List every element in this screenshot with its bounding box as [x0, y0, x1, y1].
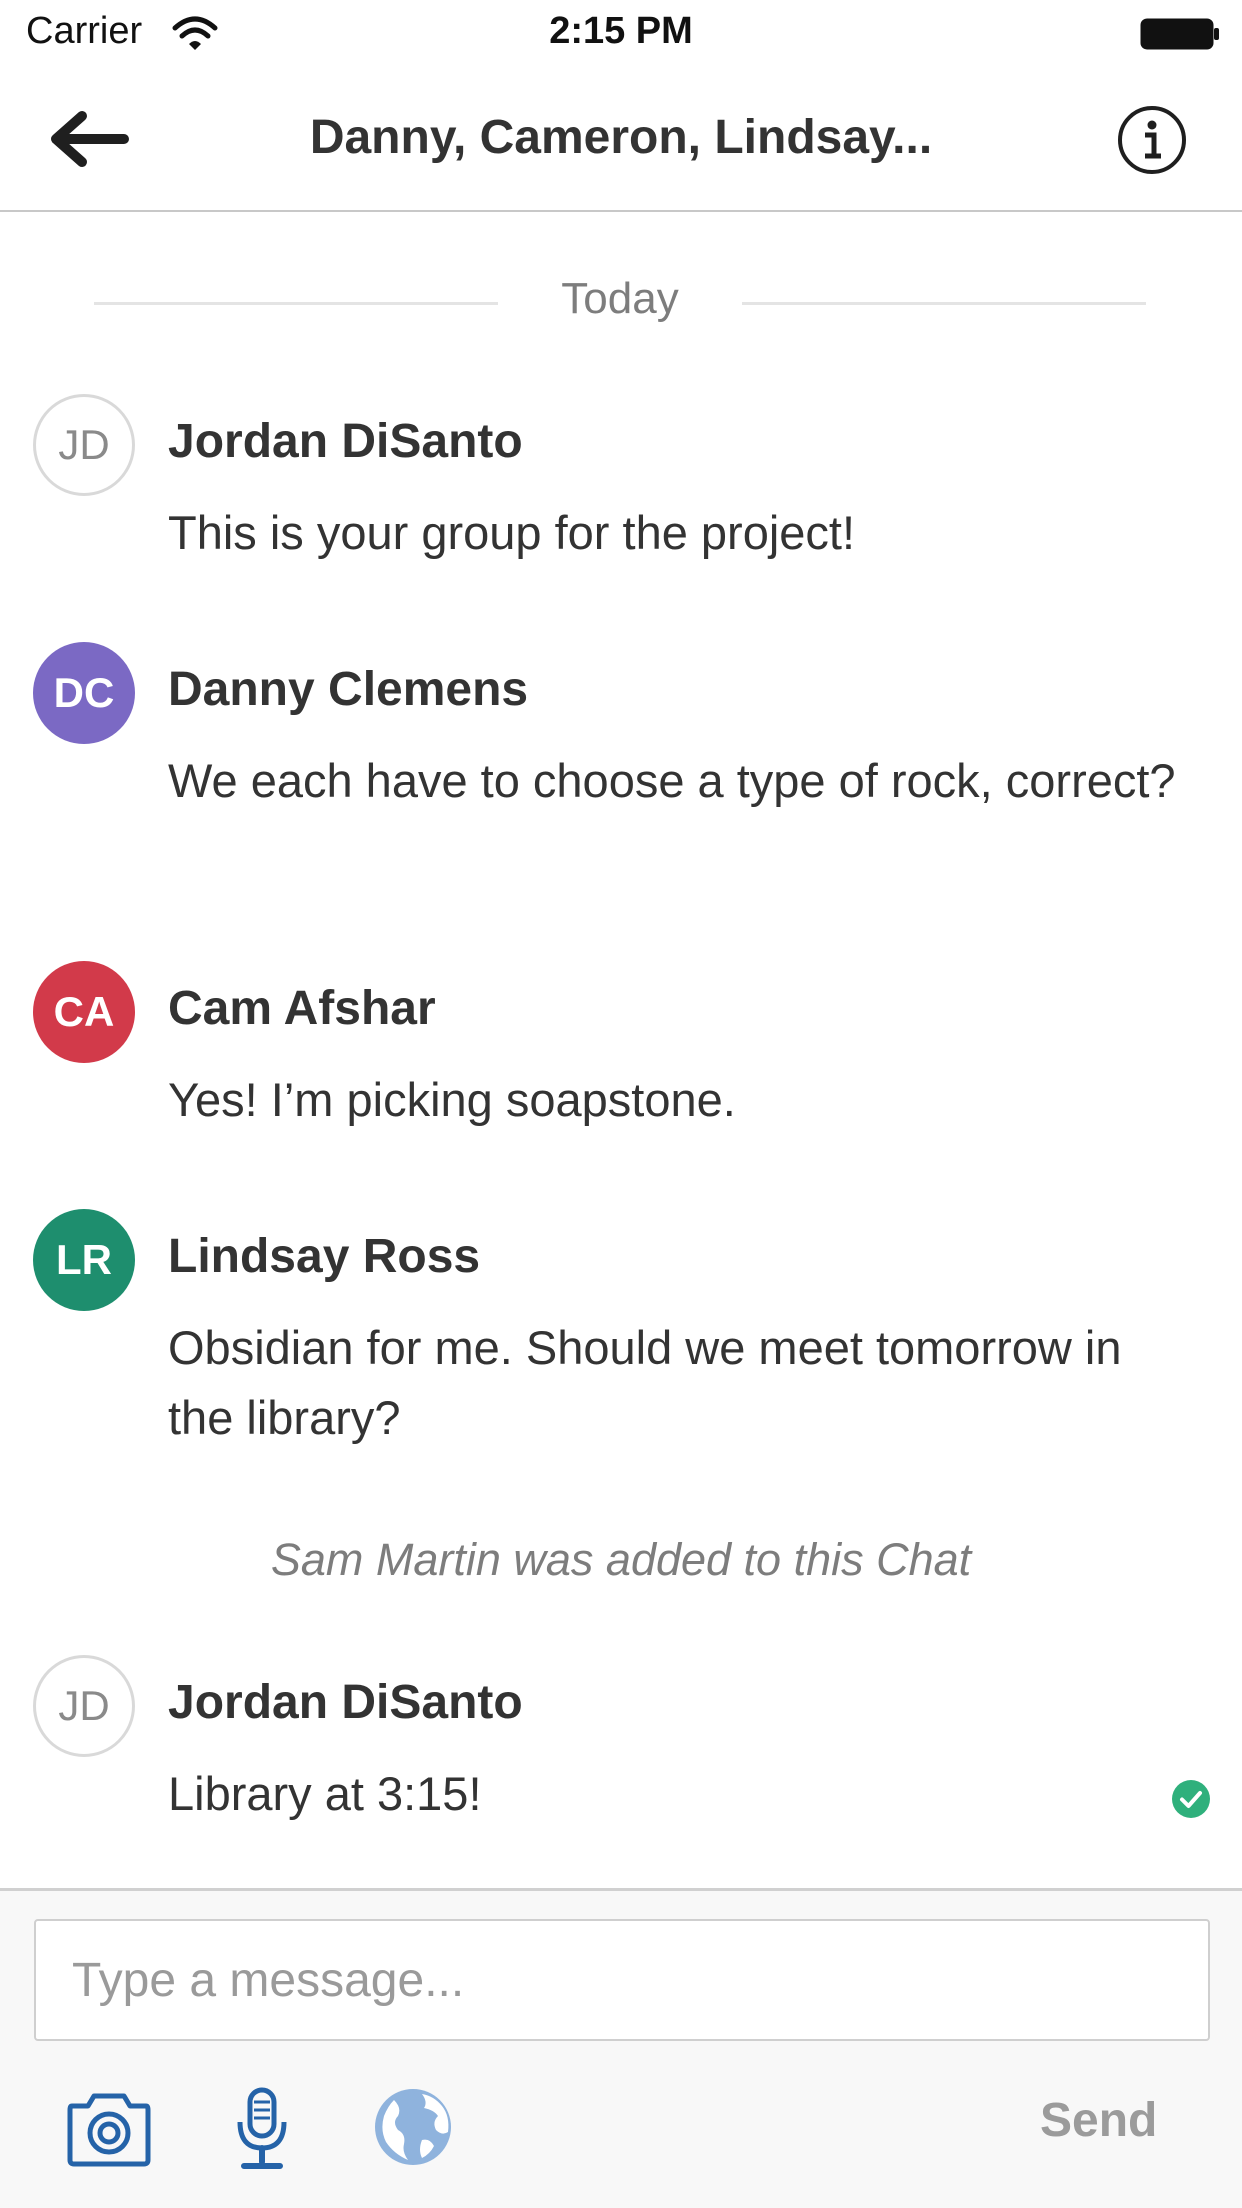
- chat-title: Danny, Cameron, Lindsay...: [309, 111, 933, 164]
- day-label: Today: [561, 274, 679, 323]
- status-bar: Carrier 2:15 PM: [0, 0, 1242, 66]
- camera-icon[interactable]: [66, 2086, 152, 2168]
- arrow-left-icon[interactable]: [44, 106, 134, 176]
- avatar[interactable]: LR: [33, 1209, 135, 1311]
- message-text: Yes! I’m picking soapstone.: [168, 1073, 736, 1126]
- avatar[interactable]: DC: [33, 642, 135, 744]
- sender-name: Danny Clemens: [168, 663, 529, 716]
- sender-name: Cam Afshar: [168, 982, 436, 1035]
- message-text: Library at 3:15!: [168, 1767, 482, 1820]
- day-divider: Today: [94, 268, 1146, 338]
- microphone-icon[interactable]: [232, 2086, 292, 2172]
- check-circle-icon: [1172, 1780, 1210, 1818]
- send-button[interactable]: Send: [1040, 2093, 1157, 2148]
- message-text: Obsidian for me. Should we meet tomorrow…: [168, 1321, 1122, 1444]
- message-text: This is your group for the project!: [168, 506, 856, 559]
- avatar[interactable]: CA: [33, 961, 135, 1063]
- divider-line: [742, 302, 1146, 305]
- status-time: 2:15 PM: [549, 10, 693, 52]
- sender-name: Lindsay Ross: [168, 1230, 481, 1283]
- avatar[interactable]: JD: [33, 394, 135, 496]
- avatar[interactable]: JD: [33, 1655, 135, 1757]
- globe-icon[interactable]: [372, 2086, 454, 2168]
- battery-icon: [1140, 18, 1219, 50]
- message-composer: Send: [0, 1888, 1242, 2208]
- system-note: Sam Martin was added to this Chat: [270, 1534, 972, 1585]
- message-text: We each have to choose a type of rock, c…: [168, 754, 1176, 807]
- chat-header: Danny, Cameron, Lindsay...: [0, 66, 1242, 212]
- info-icon[interactable]: [1116, 104, 1188, 176]
- message-input[interactable]: [34, 1919, 1210, 2041]
- sender-name: Jordan DiSanto: [168, 415, 523, 468]
- sender-name: Jordan DiSanto: [168, 1676, 523, 1729]
